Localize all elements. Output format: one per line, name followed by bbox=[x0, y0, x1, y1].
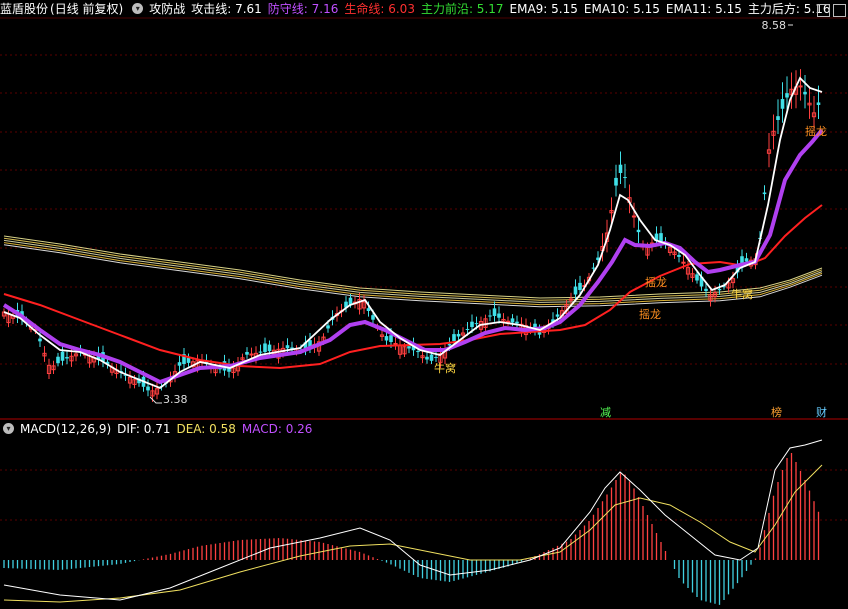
candle-body bbox=[695, 274, 699, 281]
low-price-pointer bbox=[149, 396, 162, 404]
candle-body bbox=[744, 258, 749, 262]
annotation-label: 牛窝 bbox=[731, 287, 753, 301]
candle-body bbox=[474, 323, 479, 325]
defense-line bbox=[2, 128, 824, 385]
candle-body bbox=[447, 343, 452, 346]
candle-body bbox=[456, 333, 461, 337]
candle-body bbox=[555, 314, 560, 317]
macd-panel bbox=[3, 439, 823, 605]
candle-body bbox=[591, 267, 596, 269]
candle-body bbox=[384, 336, 389, 341]
candle-body bbox=[393, 343, 398, 345]
candle-body bbox=[798, 85, 803, 88]
candle-body bbox=[681, 261, 686, 264]
candle-body bbox=[186, 357, 191, 363]
candle-body bbox=[177, 362, 182, 366]
candle-body bbox=[816, 102, 821, 105]
candle-body bbox=[677, 254, 681, 257]
candle-body bbox=[366, 308, 371, 311]
candle-body bbox=[515, 321, 519, 324]
candlesticks[interactable] bbox=[1, 69, 821, 402]
candle-body bbox=[263, 343, 267, 352]
candle-body bbox=[505, 320, 511, 323]
candle-body bbox=[434, 357, 438, 359]
annotation-label: 摇龙 bbox=[805, 124, 827, 138]
candle-body bbox=[245, 351, 249, 355]
candle-body bbox=[389, 335, 393, 342]
candle-body bbox=[429, 354, 434, 361]
candle-body bbox=[492, 308, 497, 316]
candle-body bbox=[803, 91, 807, 95]
candle-body bbox=[465, 328, 470, 330]
candle-body bbox=[704, 288, 708, 291]
candle-body bbox=[618, 164, 623, 173]
candle-body bbox=[371, 315, 375, 320]
candle-body bbox=[470, 321, 474, 327]
candle-body bbox=[407, 346, 411, 349]
candle-body bbox=[780, 99, 785, 109]
candle-body bbox=[452, 334, 456, 341]
candle-body bbox=[776, 116, 780, 120]
annotation-label: 牛窝 bbox=[434, 361, 456, 375]
candle-body bbox=[636, 229, 641, 233]
kline-chart[interactable]: 3.388.58牛窝牛窝摇龙摇龙摇龙减榜财 bbox=[0, 0, 848, 609]
candle-body bbox=[56, 356, 60, 364]
candle-body bbox=[497, 313, 501, 318]
candle-body bbox=[425, 356, 429, 360]
candle-body bbox=[326, 325, 330, 329]
candle-body bbox=[267, 344, 272, 352]
signal-label: 榜 bbox=[771, 405, 782, 419]
candle-body bbox=[285, 345, 290, 349]
candle-body bbox=[65, 356, 69, 359]
candle-body bbox=[60, 351, 65, 361]
annotation-label: 摇龙 bbox=[645, 275, 667, 289]
candle-body bbox=[717, 288, 722, 291]
annotation-label: 摇龙 bbox=[639, 307, 661, 321]
candle-body bbox=[146, 386, 150, 391]
candle-body bbox=[573, 286, 578, 295]
annotation-label: 3.38 bbox=[163, 393, 188, 406]
candle-body bbox=[614, 177, 618, 186]
candle-body bbox=[510, 318, 515, 323]
candle-body bbox=[416, 351, 420, 353]
candle-body bbox=[249, 353, 254, 356]
candle-body bbox=[631, 215, 637, 218]
candle-body bbox=[258, 351, 263, 353]
annotation-label: 8.58 bbox=[762, 19, 787, 32]
candle-body bbox=[488, 315, 492, 317]
candle-body bbox=[785, 93, 789, 98]
candle-body bbox=[623, 177, 627, 179]
candle-body bbox=[762, 192, 767, 195]
signal-label: 财 bbox=[816, 405, 827, 419]
candle-body bbox=[578, 282, 582, 290]
candle-body bbox=[38, 338, 42, 342]
dea-line bbox=[3, 464, 823, 603]
signal-label: 减 bbox=[600, 406, 611, 419]
ema-ribbon bbox=[3, 235, 823, 308]
